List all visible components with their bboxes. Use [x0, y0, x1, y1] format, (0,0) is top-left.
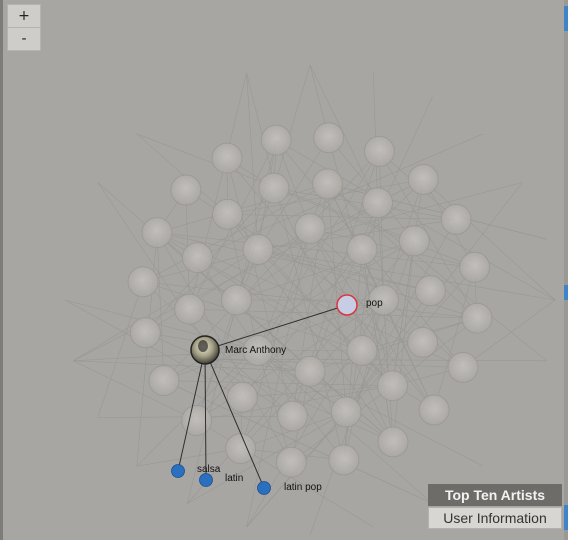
artist-node[interactable]: [211, 142, 243, 174]
genre-label-latin: latin: [225, 473, 243, 484]
artist-node-marc-anthony[interactable]: [190, 335, 220, 365]
faint-edge: [309, 228, 475, 268]
artist-node[interactable]: [275, 446, 307, 478]
artist-node[interactable]: [148, 365, 180, 397]
artist-node[interactable]: [346, 335, 378, 366]
artist-node[interactable]: [277, 400, 308, 432]
artist-node[interactable]: [181, 405, 213, 436]
artist-node[interactable]: [127, 266, 159, 298]
artist-node[interactable]: [330, 396, 362, 428]
artist-label-marc-anthony: Marc Anthony: [225, 345, 286, 356]
artist-node[interactable]: [221, 284, 252, 316]
artist-node[interactable]: [225, 433, 257, 465]
artist-node[interactable]: [418, 394, 450, 426]
faint-edge: [136, 448, 241, 467]
faint-edge: [73, 360, 197, 421]
user-information-button[interactable]: User Information: [428, 507, 562, 529]
artist-node[interactable]: [141, 217, 173, 249]
genre-label-latin-pop: latin pop: [284, 482, 322, 493]
artist-node[interactable]: [242, 234, 274, 265]
artist-node[interactable]: [363, 135, 395, 167]
artist-node[interactable]: [170, 174, 202, 206]
artist-node[interactable]: [398, 225, 430, 257]
artist-node[interactable]: [459, 251, 491, 283]
artist-node[interactable]: [181, 242, 213, 274]
genre-node-salsa[interactable]: [171, 464, 185, 478]
genre-label-pop: pop: [366, 298, 383, 309]
genre-node-latin-pop[interactable]: [257, 481, 271, 495]
artist-node[interactable]: [174, 293, 206, 325]
artist-node[interactable]: [129, 317, 161, 349]
faint-edge: [246, 72, 259, 250]
artist-node[interactable]: [447, 351, 479, 383]
faint-edge: [73, 360, 311, 372]
faint-edge: [379, 151, 384, 301]
artist-node[interactable]: [226, 381, 258, 413]
top-ten-artists-button[interactable]: Top Ten Artists: [428, 484, 562, 506]
zoom-in-button[interactable]: +: [7, 4, 41, 28]
artist-node[interactable]: [346, 234, 378, 265]
artist-node[interactable]: [362, 187, 394, 219]
artist-node[interactable]: [407, 326, 439, 358]
faint-edges-layer: [64, 64, 556, 536]
artist-node[interactable]: [294, 355, 326, 387]
zoom-out-button[interactable]: -: [7, 27, 41, 51]
artist-node[interactable]: [461, 302, 493, 334]
artist-node[interactable]: [377, 370, 408, 402]
artist-node[interactable]: [260, 124, 292, 156]
artist-node[interactable]: [212, 198, 243, 230]
faint-edge: [97, 281, 144, 418]
genre-node-pop[interactable]: [336, 294, 358, 316]
artist-node[interactable]: [440, 203, 472, 235]
genre-node-latin[interactable]: [199, 473, 213, 487]
genre-label-salsa: salsa: [197, 464, 221, 475]
artist-node[interactable]: [407, 164, 439, 195]
artist-node[interactable]: [328, 444, 360, 476]
artist-node[interactable]: [312, 168, 343, 200]
artist-node[interactable]: [258, 172, 290, 204]
artist-node[interactable]: [377, 426, 409, 458]
faint-edge: [257, 249, 431, 292]
artist-node[interactable]: [414, 275, 446, 307]
artist-node[interactable]: [313, 122, 345, 154]
artist-network-graph[interactable]: pop Marc Anthony salsa latin latin pop: [0, 0, 568, 540]
graph-viewport[interactable]: pop Marc Anthony salsa latin latin pop +…: [0, 0, 568, 540]
artist-node[interactable]: [294, 213, 326, 245]
